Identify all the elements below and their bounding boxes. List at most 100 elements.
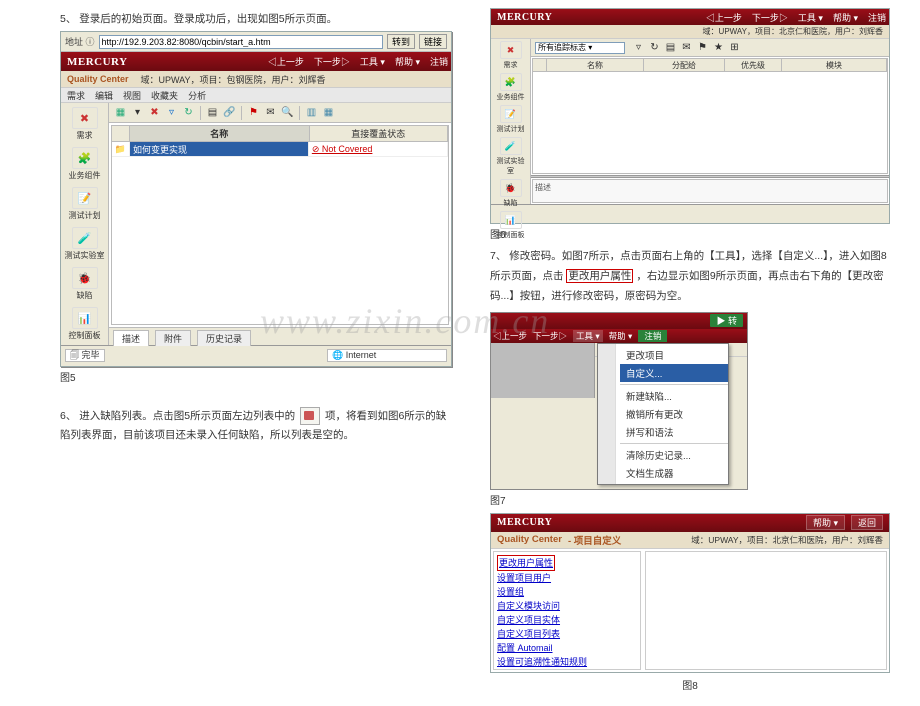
nav-help[interactable]: 帮助 ▾	[609, 330, 633, 342]
grid-head-assign[interactable]: 分配给	[644, 59, 725, 71]
grid-head-name[interactable]: 名称	[547, 59, 644, 71]
go-button[interactable]: 转到	[387, 34, 415, 49]
menu-clear-history[interactable]: 清除历史记录...	[620, 446, 728, 464]
tool-icon[interactable]: ▤	[205, 105, 220, 120]
sidebar-item-testlab[interactable]: 🧪测试实验室	[494, 136, 528, 177]
flag-icon[interactable]: ⚑	[246, 105, 261, 120]
view-tree-icon[interactable]: ⊞	[727, 40, 742, 55]
sidebar-item-requirements[interactable]: ✖需求	[65, 105, 105, 143]
nav-next[interactable]: 下一步▷	[311, 55, 353, 68]
link-project-entities[interactable]: 自定义项目实体	[497, 613, 637, 627]
menu-ana[interactable]: 分析	[188, 89, 206, 102]
refresh-icon[interactable]: ↻	[181, 105, 196, 120]
tab-history[interactable]: 历史记录	[197, 330, 251, 346]
flag-icon[interactable]: ⚑	[695, 40, 710, 55]
sidebar-item-defects[interactable]: 🐞缺陷	[494, 178, 528, 209]
sidebar-item-testplan[interactable]: 📝测试计划	[65, 185, 105, 223]
step7-text: 7、 修改密码。如图7所示，点击页面右上角的【工具】，选择【自定义...】，进入…	[490, 247, 890, 307]
delete-icon[interactable]: ✖	[147, 105, 162, 120]
menu-edit[interactable]: 编辑	[95, 89, 113, 102]
customization-links: 更改用户属性 设置项目用户 设置组 自定义模块访问 自定义项目实体 自定义项目列…	[493, 551, 641, 670]
grid-head-module[interactable]: 模块	[782, 59, 887, 71]
right-column: MERCURY ◁上一步 下一步▷ 工具 ▾ 帮助 ▾ 注销 域：UPWAY，项…	[482, 0, 920, 706]
tab-attach[interactable]: 附件	[155, 330, 191, 346]
nav-help[interactable]: 帮助 ▾	[830, 11, 861, 24]
link-automail[interactable]: 配置 Automail	[497, 641, 637, 655]
address-bar: 地址 ⓘ 转到 链接	[61, 32, 451, 52]
address-input[interactable]	[99, 35, 383, 49]
view2-icon[interactable]: ▦	[321, 105, 336, 120]
menu-spelling[interactable]: 拼写和语法	[620, 423, 728, 441]
nav-help[interactable]: 帮助 ▾	[392, 55, 423, 68]
menu-req[interactable]: 需求	[67, 89, 85, 102]
nav-prev[interactable]: ◁上一步	[703, 11, 745, 24]
sidebar-item-testplan[interactable]: 📝测试计划	[494, 104, 528, 135]
status-net: 🌐 Internet	[327, 349, 447, 362]
help-button[interactable]: 帮助 ▾	[806, 515, 845, 530]
nav-next[interactable]: 下一步▷	[533, 330, 567, 342]
separator-icon	[299, 106, 300, 120]
menu-change-project[interactable]: 更改项目	[620, 346, 728, 364]
mail-icon[interactable]: ✉	[263, 105, 278, 120]
menu-doc-generator[interactable]: 文档生成器	[620, 464, 728, 482]
splitter[interactable]	[531, 175, 889, 178]
chevron-down-icon[interactable]: ▾	[130, 105, 145, 120]
menu-fav[interactable]: 收藏夹	[151, 89, 178, 102]
link-project-users[interactable]: 设置项目用户	[497, 571, 637, 585]
favorite-icon[interactable]: ★	[711, 40, 726, 55]
columns-icon[interactable]: ▤	[663, 40, 678, 55]
step6-body-a: 进入缺陷列表。点击图5所示页面左边列表中的	[79, 410, 295, 422]
sidebar-item-testlab[interactable]: 🧪测试实验室	[65, 225, 105, 263]
nav-prev[interactable]: ◁上一步	[265, 55, 307, 68]
qc-meta: 域：UPWAY，项目：北京仁和医院，用户：刘辉香	[491, 25, 889, 39]
nav-logout[interactable]: 注销	[427, 55, 451, 68]
back-button[interactable]: 返回	[851, 515, 883, 530]
view1-icon[interactable]: ▥	[304, 105, 319, 120]
grid-head-priority[interactable]: 优先级	[725, 59, 782, 71]
status-bar	[491, 204, 889, 221]
requirements-icon: ✖	[500, 41, 522, 59]
menu-undo-changes[interactable]: 撤销所有更改	[620, 405, 728, 423]
nav-prev[interactable]: ◁上一步	[493, 330, 527, 342]
sidebar-item-dashboard[interactable]: 📊控制面板	[65, 305, 105, 343]
grid-head-status[interactable]: 直接覆盖状态	[310, 126, 448, 141]
grid-head-blank[interactable]	[533, 59, 547, 71]
new-icon[interactable]: ▦	[113, 105, 128, 120]
filter-input[interactable]	[535, 42, 625, 54]
tab-desc[interactable]: 描述	[113, 330, 149, 346]
mail-icon[interactable]: ✉	[679, 40, 694, 55]
sidebar-item-components[interactable]: 🧩业务组件	[65, 145, 105, 183]
nav-tools[interactable]: 工具 ▾	[795, 11, 826, 24]
refresh-icon[interactable]: ↻	[647, 40, 662, 55]
table-row[interactable]: 📁 如何变更实现 ⊘ Not Covered	[112, 142, 448, 157]
nav-tools[interactable]: 工具 ▾	[573, 330, 603, 342]
menu-new-defect[interactable]: 新建缺陷...	[620, 387, 728, 405]
grid-head-name[interactable]: 名称	[130, 126, 310, 141]
go-icon[interactable]: ▶ 转	[710, 314, 743, 327]
nav-next[interactable]: 下一步▷	[749, 11, 791, 24]
link-trace-rules[interactable]: 设置可追溯性通知规则	[497, 655, 637, 669]
link-module-access[interactable]: 自定义模块访问	[497, 599, 637, 613]
dashboard-icon: 📊	[72, 307, 98, 329]
grid-header: 名称 分配给 优先级 模块	[533, 59, 887, 72]
link-groups[interactable]: 设置组	[497, 585, 637, 599]
filter-tool-icon[interactable]: ▿	[631, 40, 646, 55]
search-icon[interactable]: 🔍	[280, 105, 295, 120]
link-project-lists[interactable]: 自定义项目列表	[497, 627, 637, 641]
step5-body: 登录后的初始页面。登录成功后，出现如图5所示页面。	[79, 13, 337, 25]
menu-view[interactable]: 视图	[123, 89, 141, 102]
fig8-body: 更改用户属性 设置项目用户 设置组 自定义模块访问 自定义项目实体 自定义项目列…	[491, 549, 889, 672]
sidebar-item-requirements[interactable]: ✖需求	[494, 40, 528, 71]
links-button[interactable]: 链接	[419, 34, 447, 49]
nav-logout[interactable]: 注销	[638, 330, 667, 342]
link-workflow[interactable]: 设置工作流	[497, 669, 637, 670]
filter-icon[interactable]: ▿	[164, 105, 179, 120]
grid-head-icon[interactable]	[112, 126, 130, 141]
link-change-user-props[interactable]: 更改用户属性	[497, 555, 555, 571]
link-icon[interactable]: 🔗	[222, 105, 237, 120]
sidebar-item-defects[interactable]: 🐞缺陷	[65, 265, 105, 303]
sidebar-item-components[interactable]: 🧩业务组件	[494, 72, 528, 103]
nav-logout[interactable]: 注销	[865, 11, 889, 24]
nav-tools[interactable]: 工具 ▾	[357, 55, 388, 68]
menu-customize[interactable]: 自定义...	[620, 364, 728, 382]
